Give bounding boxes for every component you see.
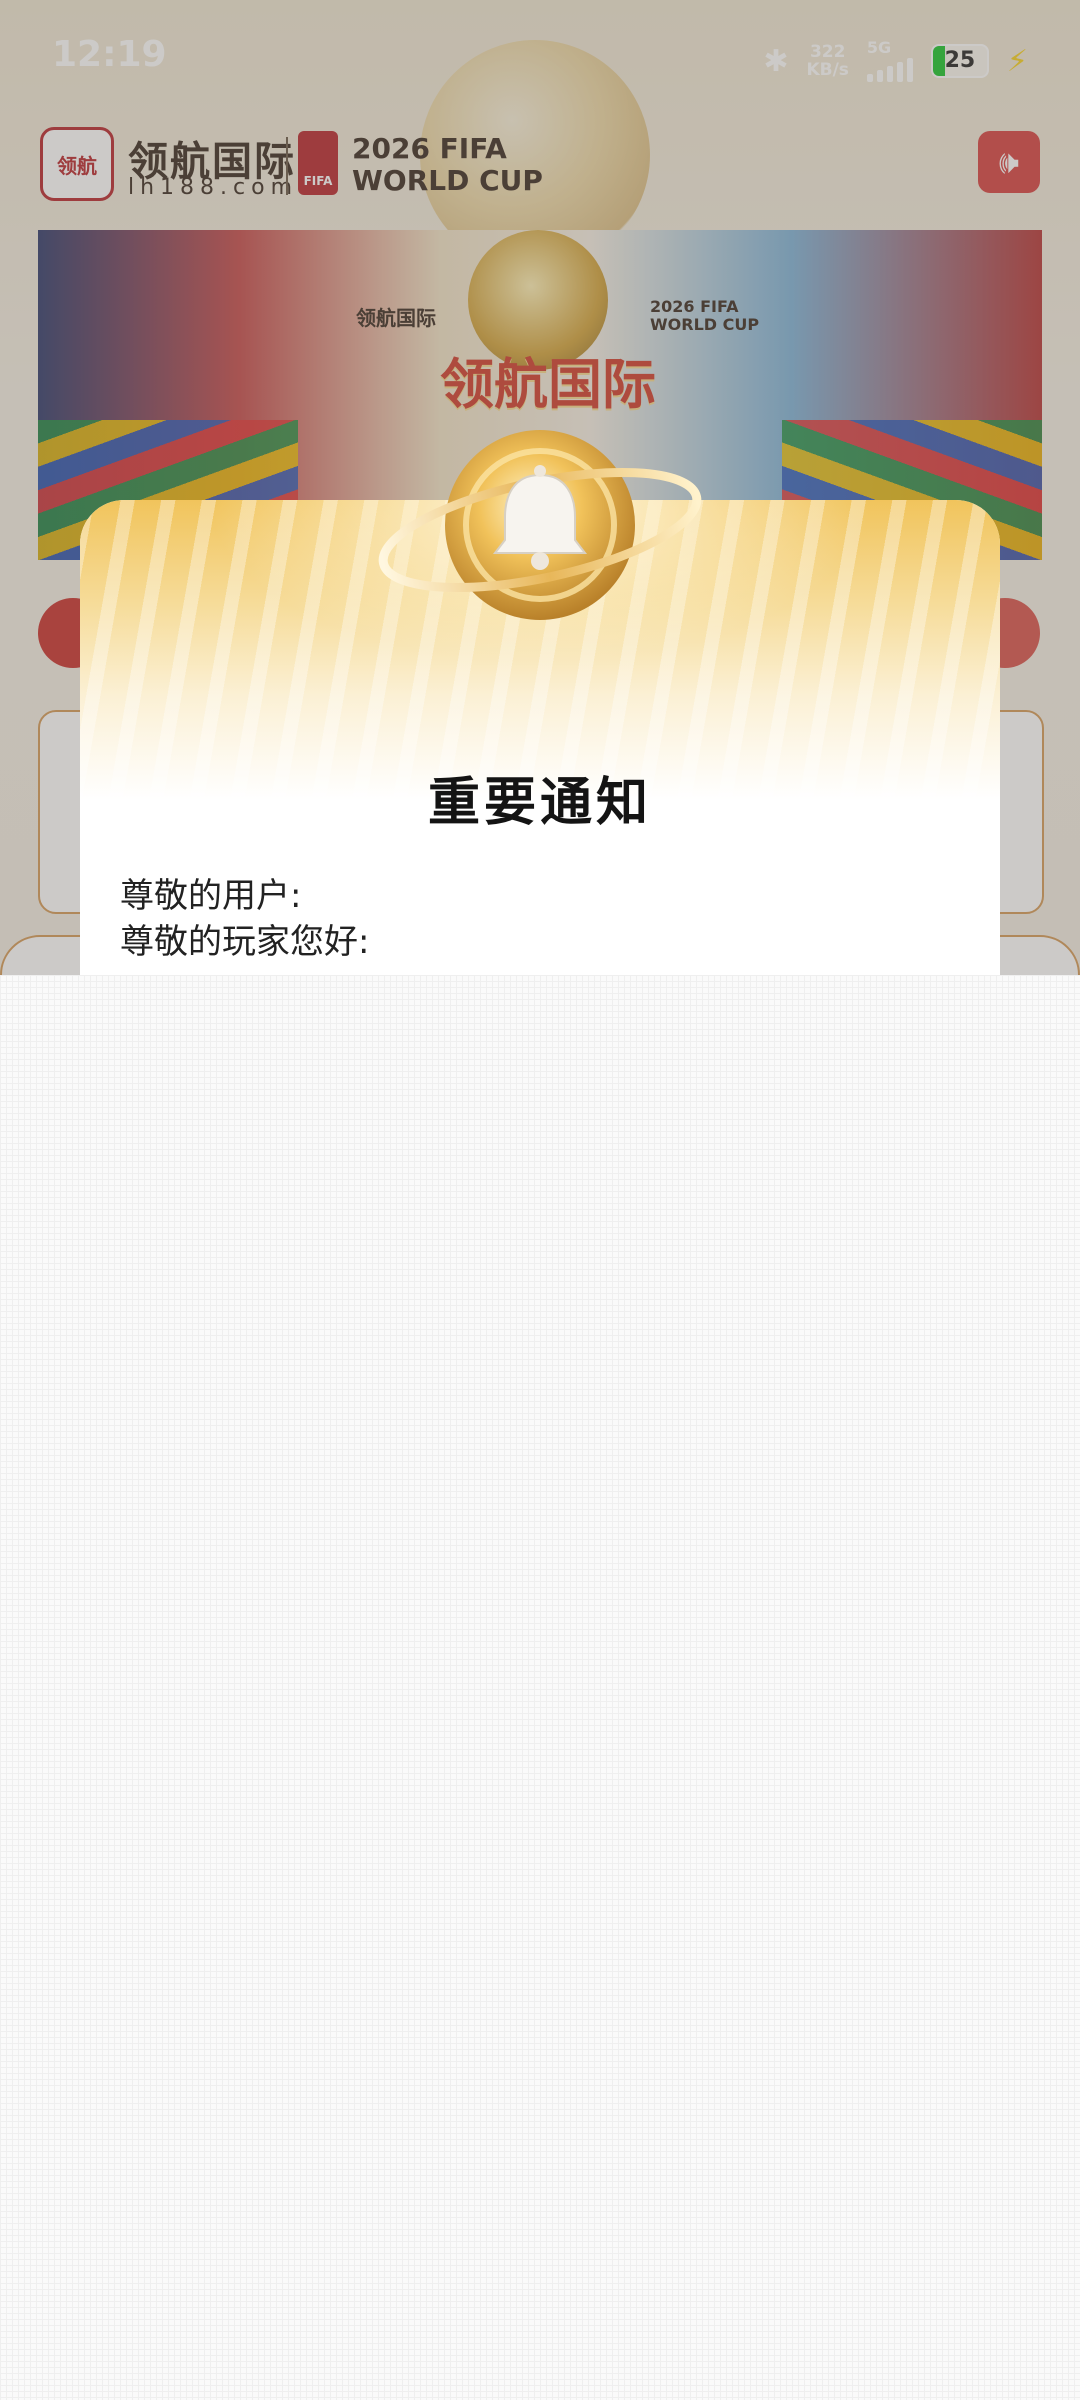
notice-greeting-player: 尊敬的玩家您好: — [120, 922, 370, 962]
notice-greeting-user: 尊敬的用户: — [120, 876, 302, 916]
modal-title: 重要通知 — [427, 773, 652, 833]
blank-content-area — [0, 975, 1080, 2400]
bell-coin-icon — [378, 430, 702, 620]
